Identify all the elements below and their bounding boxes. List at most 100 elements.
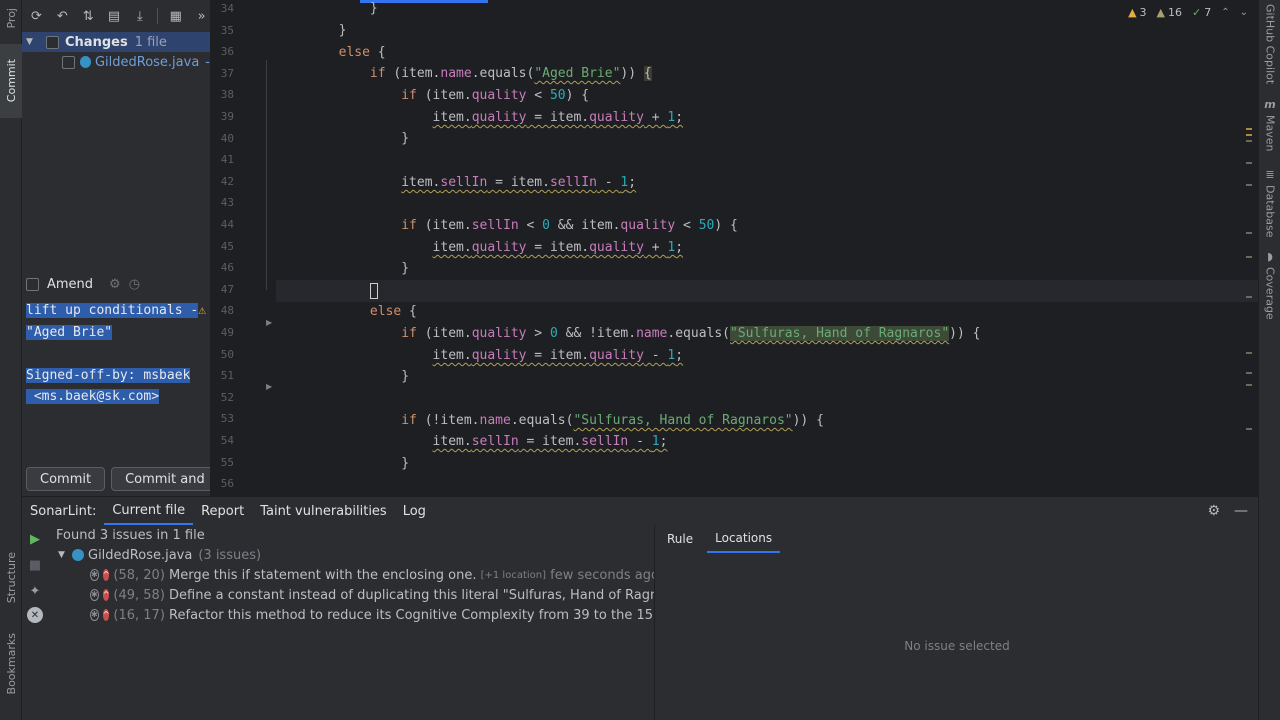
line-number: 46 xyxy=(220,261,234,275)
stripe-marker[interactable] xyxy=(1246,128,1252,130)
line-number: 51 xyxy=(220,369,234,383)
weak-warnings-indicator[interactable]: ▲ 16 xyxy=(1157,6,1182,19)
structure-tool-tab[interactable]: Structure xyxy=(0,540,22,616)
clear-icon[interactable]: ✕ xyxy=(27,607,43,623)
stripe-marker[interactable] xyxy=(1246,428,1252,430)
changes-node[interactable]: ▼ Changes 1 file xyxy=(22,32,210,52)
code-line-45: item.quality = item.quality + 1; xyxy=(432,240,684,255)
stripe-marker[interactable] xyxy=(1246,384,1252,386)
line-number: 44 xyxy=(220,218,234,231)
tab-rule[interactable]: Rule xyxy=(659,525,701,553)
commit-message-line: "Aged Brie" xyxy=(26,324,113,340)
file-checkbox[interactable] xyxy=(62,55,75,69)
tab-locations[interactable]: Locations xyxy=(707,525,781,553)
rollback-icon[interactable]: ↶ xyxy=(54,8,71,25)
stripe-marker[interactable] xyxy=(1246,372,1252,374)
stripe-marker[interactable] xyxy=(1246,162,1252,164)
java-class-icon xyxy=(72,549,84,561)
settings-wrench-icon[interactable]: ✦ xyxy=(27,583,43,599)
fold-icon[interactable]: ▶ xyxy=(266,318,274,327)
commit-tool-tab[interactable]: Commit xyxy=(0,44,22,118)
gear-icon[interactable]: ⚙ xyxy=(1207,503,1220,519)
code-line-50: item.quality = item.quality - 1; xyxy=(432,348,684,363)
group-by-icon[interactable]: ▦ xyxy=(167,8,184,25)
stripe-marker[interactable] xyxy=(1246,184,1252,186)
code-line-44: if (item.sellIn < 0 && item.quality < 50… xyxy=(401,218,738,233)
commit-message-line: lift up conditionals -⚠ xyxy=(26,303,207,318)
changed-file-name: GildedRose.java xyxy=(94,54,200,70)
issues-summary: Found 3 issues in 1 file xyxy=(56,527,205,543)
detail-tabs: Rule Locations xyxy=(655,525,1258,553)
clock-icon[interactable]: ◷ xyxy=(129,277,140,292)
bug-icon: ✱ xyxy=(90,569,99,581)
line-number: 54 xyxy=(220,434,234,447)
chevron-up-icon[interactable]: ⌃ xyxy=(1221,7,1229,18)
stripe-marker[interactable] xyxy=(1246,352,1252,354)
line-number: 39 xyxy=(220,110,234,123)
code-line-37: if (item.name.equals("Aged Brie")) { xyxy=(369,66,652,81)
line-number: 50 xyxy=(220,347,234,361)
line-number: 43 xyxy=(220,196,234,210)
tool-window-actions: ⚙ — xyxy=(1207,503,1248,519)
sonarlint-toolbar: ▶ ■ ✦ ✕ xyxy=(22,527,48,720)
error-stripe[interactable] xyxy=(1246,120,1252,440)
tab-taint-vulnerabilities[interactable]: Taint vulnerabilities xyxy=(252,497,395,525)
stop-icon[interactable]: ■ xyxy=(27,557,43,573)
gear-icon[interactable]: ⚙ xyxy=(109,277,121,292)
bookmarks-tool-tab[interactable]: Bookmarks xyxy=(0,624,22,704)
code-line-35: } xyxy=(276,23,347,38)
coverage-tool-tab[interactable]: ◗ Coverage xyxy=(1259,250,1280,320)
diff-icon[interactable]: ⇅ xyxy=(80,8,97,25)
line-number: 55 xyxy=(220,455,234,469)
project-tool-tab[interactable]: Proj xyxy=(0,0,22,36)
issue-row[interactable]: ✱ ^ (16, 17) Refactor this method to redu… xyxy=(52,605,654,625)
stripe-marker[interactable] xyxy=(1246,134,1252,136)
stripe-marker[interactable] xyxy=(1246,140,1252,142)
amend-checkbox[interactable] xyxy=(26,277,39,291)
run-analysis-icon[interactable]: ▶ xyxy=(27,531,43,547)
changes-label: Changes xyxy=(65,34,128,50)
fold-icon[interactable]: ▶ xyxy=(266,382,274,391)
database-tool-tab[interactable]: ≣ Database xyxy=(1259,168,1280,238)
commit-panel: ⟳ ↶ ⇅ ▤ ⤓ ▦ » ▼ Changes 1 file GildedRos… xyxy=(22,0,210,496)
typos-indicator[interactable]: ✓ 7 xyxy=(1192,6,1211,19)
code-line-46: } xyxy=(276,261,410,276)
severity-critical-icon: ^ xyxy=(102,589,110,601)
empty-state-text: No issue selected xyxy=(904,639,1010,653)
code-line-42: item.sellIn = item.sellIn - 1; xyxy=(401,175,637,190)
stripe-marker[interactable] xyxy=(1246,232,1252,234)
commit-and-push-button[interactable]: Commit and Pu xyxy=(111,467,210,491)
maven-tool-tab[interactable]: m Maven xyxy=(1259,98,1280,158)
changes-checkbox[interactable] xyxy=(46,35,59,49)
issue-row[interactable]: ✱ ^ (49, 58) Define a constant instead of… xyxy=(52,585,654,605)
line-number: 35 xyxy=(220,23,234,37)
chevron-down-icon[interactable]: ⌄ xyxy=(1240,7,1248,18)
issue-file-node[interactable]: ▼ GildedRose.java (3 issues) xyxy=(52,545,654,565)
inspection-widget[interactable]: ▲ 3 ▲ 16 ✓ 7 ⌃ ⌄ xyxy=(1128,6,1248,19)
commit-message-editor[interactable]: lift up conditionals -⚠ "Aged Brie" Sign… xyxy=(26,300,210,408)
commit-button[interactable]: Commit xyxy=(26,467,106,491)
left-tool-strip: Proj Commit Structure Bookmarks xyxy=(0,0,22,720)
database-icon: ≣ xyxy=(1265,168,1275,181)
shelve-icon[interactable]: ⤓ xyxy=(131,8,148,25)
warnings-indicator[interactable]: ▲ 3 xyxy=(1128,6,1146,19)
code-editor[interactable]: 34 35 36 37 38 39 40 41 42 43 44 45 46 47 48 49 50 51 52 53… xyxy=(210,0,1258,496)
issue-row[interactable]: ✱ ^ (58, 20) Merge this if statement with… xyxy=(52,565,654,585)
changed-file-row[interactable]: GildedRose.java - xyxy=(22,52,210,72)
tab-current-file[interactable]: Current file xyxy=(104,497,194,525)
changelist-icon[interactable]: ▤ xyxy=(106,8,123,25)
refresh-icon[interactable]: ⟳ xyxy=(28,8,45,25)
copilot-tool-tab[interactable]: GitHub Copilot xyxy=(1259,4,1280,84)
more-chevron-icon[interactable]: » xyxy=(193,8,210,25)
code-line-51: } xyxy=(276,369,410,384)
warning-icon: ⚠ xyxy=(198,303,207,318)
sonarlint-tool-window: SonarLint: Current file Report Taint vul… xyxy=(22,496,1258,720)
tab-report[interactable]: Report xyxy=(193,497,252,525)
line-number: 36 xyxy=(220,45,234,59)
code-line-47 xyxy=(276,280,1258,302)
minimize-icon[interactable]: — xyxy=(1234,503,1248,519)
code-line-48: else { xyxy=(369,304,417,319)
tab-log[interactable]: Log xyxy=(395,497,434,525)
stripe-marker[interactable] xyxy=(1246,296,1252,298)
stripe-marker[interactable] xyxy=(1246,256,1252,258)
